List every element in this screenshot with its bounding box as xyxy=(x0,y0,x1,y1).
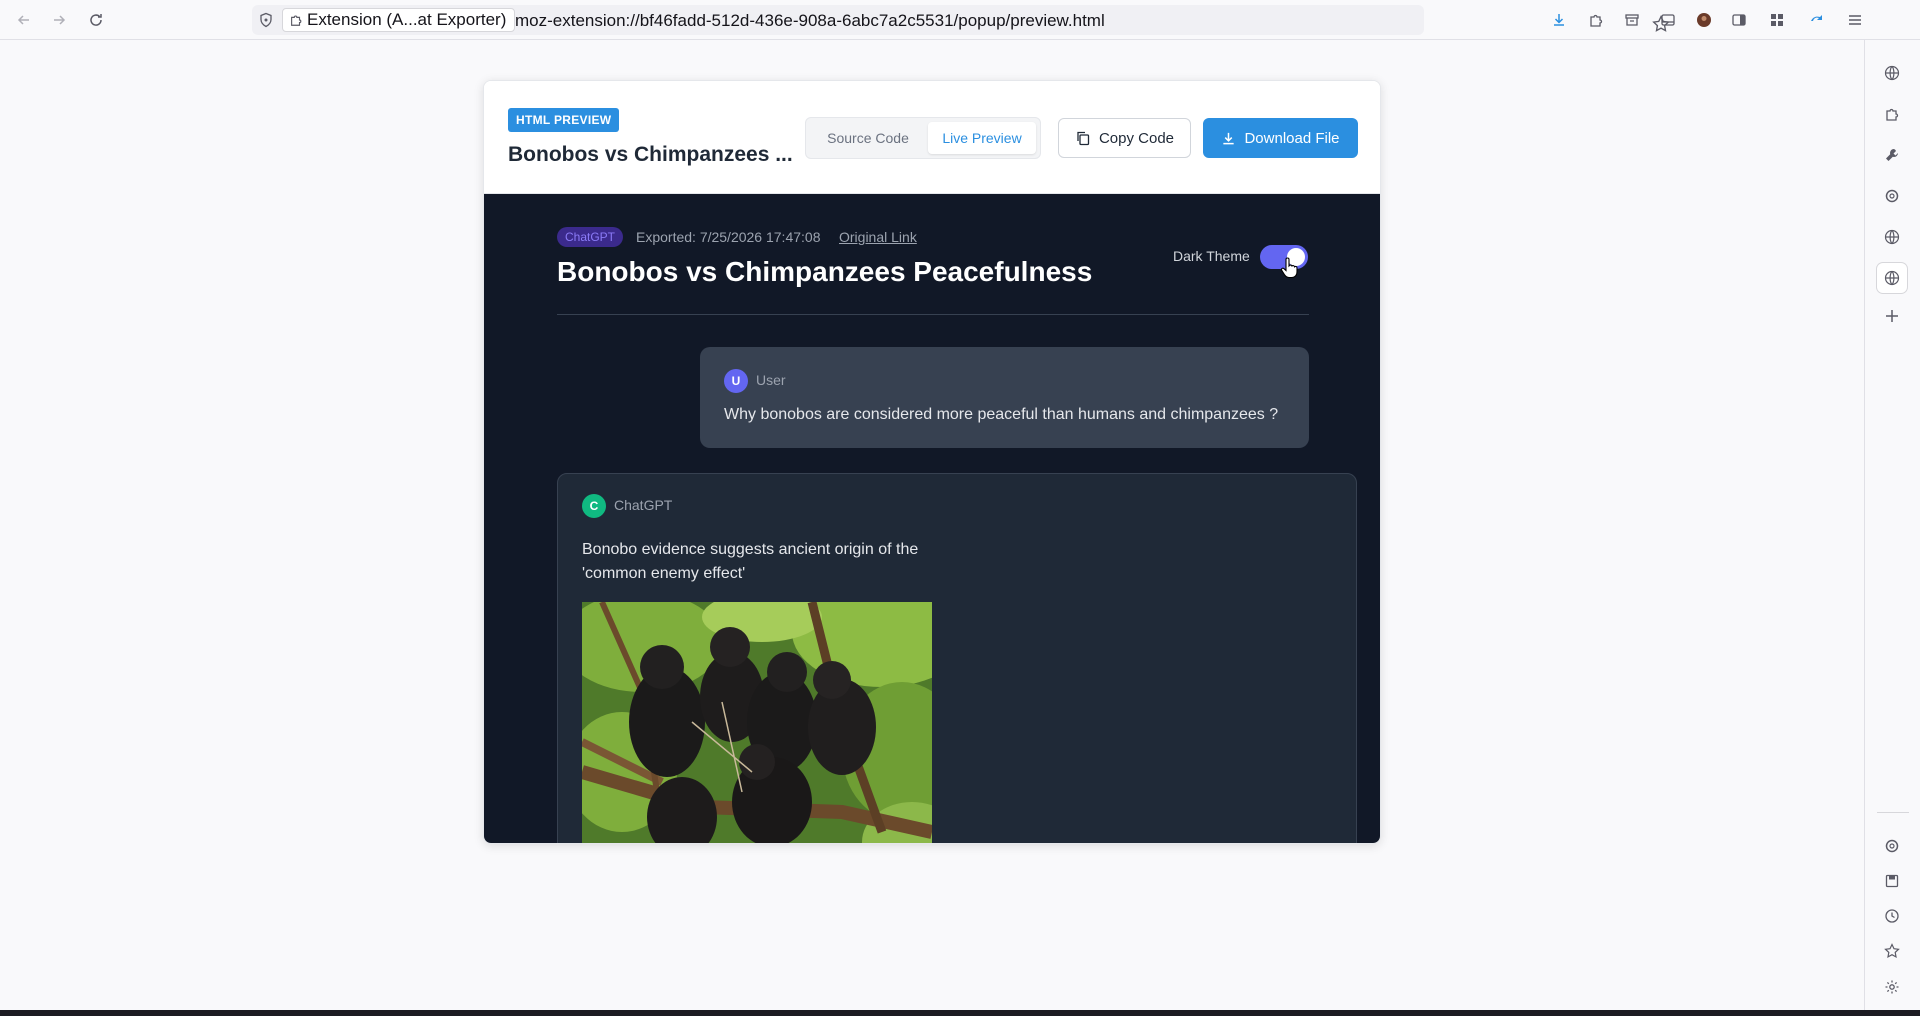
export-timestamp: Exported: 7/25/2026 17:47:08 xyxy=(636,229,821,245)
back-icon[interactable] xyxy=(10,6,38,34)
sidebar-divider xyxy=(1877,812,1909,813)
conversation-title: Bonobos vs Chimpanzees Peacefulness xyxy=(557,256,1093,287)
plus-icon[interactable] xyxy=(1881,305,1903,327)
download-icon xyxy=(1223,132,1235,144)
extensions-icon[interactable] xyxy=(1881,103,1903,125)
download-file-label: Download File xyxy=(1244,129,1340,147)
assistant-role-label: ChatGPT xyxy=(614,497,673,513)
extension-icon[interactable] xyxy=(1803,6,1831,34)
copy-code-button[interactable]: Copy Code xyxy=(1058,118,1191,158)
reload-icon[interactable] xyxy=(82,6,110,34)
downloads-icon[interactable] xyxy=(1545,6,1573,34)
archive-icon[interactable] xyxy=(1618,6,1646,34)
apps-grid-icon[interactable] xyxy=(1763,6,1791,34)
bookmarks-star-icon[interactable] xyxy=(1881,940,1903,962)
extensions-puzzle-icon[interactable] xyxy=(1582,6,1610,34)
globe-icon[interactable] xyxy=(1881,226,1903,248)
history-clock-icon[interactable] xyxy=(1881,905,1903,927)
view-mode-tabs: Source Code Live Preview xyxy=(805,117,1041,159)
assistant-avatar: C xyxy=(582,494,606,518)
forward-icon[interactable] xyxy=(45,6,73,34)
dark-theme-label: Dark Theme xyxy=(1173,248,1250,264)
browser-toolbar: Extension (A...at Exporter) moz-extensio… xyxy=(0,0,1920,40)
globe-icon[interactable] xyxy=(1881,62,1903,84)
tab-source-code[interactable]: Source Code xyxy=(812,122,924,154)
browser-sidebar xyxy=(1864,40,1920,1010)
profile-avatar-icon[interactable] xyxy=(1690,6,1718,34)
original-link[interactable]: Original Link xyxy=(839,229,917,245)
copy-code-label: Copy Code xyxy=(1098,129,1175,147)
card-header: HTML PREVIEW Bonobos vs Chimpanzees ... … xyxy=(484,81,1380,194)
wrench-icon[interactable] xyxy=(1881,144,1903,166)
html-preview-badge: HTML PREVIEW xyxy=(508,108,620,132)
preview-card: HTML PREVIEW Bonobos vs Chimpanzees ... … xyxy=(483,80,1381,844)
header-divider xyxy=(557,314,1309,315)
site-identity-label: Extension (A...at Exporter) xyxy=(307,10,507,29)
user-message: U User Why bonobos are considered more p… xyxy=(700,347,1309,448)
globe-active-icon[interactable] xyxy=(1877,263,1907,293)
hand-cursor-icon xyxy=(1280,257,1298,279)
download-file-button[interactable]: Download File xyxy=(1203,118,1358,158)
shield-icon[interactable] xyxy=(258,12,274,28)
url-text[interactable]: moz-extension://bf46fadd-512d-436e-908a-… xyxy=(515,11,1105,31)
user-message-text: Why bonobos are considered more peaceful… xyxy=(724,406,1279,423)
openai-icon[interactable] xyxy=(1881,835,1903,857)
menu-icon[interactable] xyxy=(1841,6,1869,34)
taskbar-strip xyxy=(0,1010,1920,1016)
assistant-message: C ChatGPT Bonobo evidence suggests ancie… xyxy=(557,473,1357,843)
bonobo-group-photo xyxy=(582,602,932,843)
tab-live-preview[interactable]: Live Preview xyxy=(928,122,1036,154)
sidebar-toggle-icon[interactable] xyxy=(1725,6,1753,34)
puzzle-icon xyxy=(291,15,302,26)
save-tab-icon[interactable] xyxy=(1881,870,1903,892)
live-preview-pane: ChatGPT Exported: 7/25/2026 17:47:08 Ori… xyxy=(484,194,1380,843)
copy-icon xyxy=(1077,131,1090,146)
site-identity-pill[interactable]: Extension (A...at Exporter) xyxy=(282,8,516,32)
url-bar[interactable]: Extension (A...at Exporter) moz-extensio… xyxy=(252,5,1670,35)
openai-icon[interactable] xyxy=(1881,185,1903,207)
user-role-label: User xyxy=(756,372,786,388)
settings-gear-icon[interactable] xyxy=(1881,976,1903,998)
source-badge: ChatGPT xyxy=(557,227,624,247)
user-avatar: U xyxy=(724,369,748,393)
page-title: Bonobos vs Chimpanzees ... xyxy=(508,143,793,166)
assistant-message-text: Bonobo evidence suggests ancient origin … xyxy=(582,541,919,582)
sidebar-panel-icon[interactable] xyxy=(1654,6,1682,34)
